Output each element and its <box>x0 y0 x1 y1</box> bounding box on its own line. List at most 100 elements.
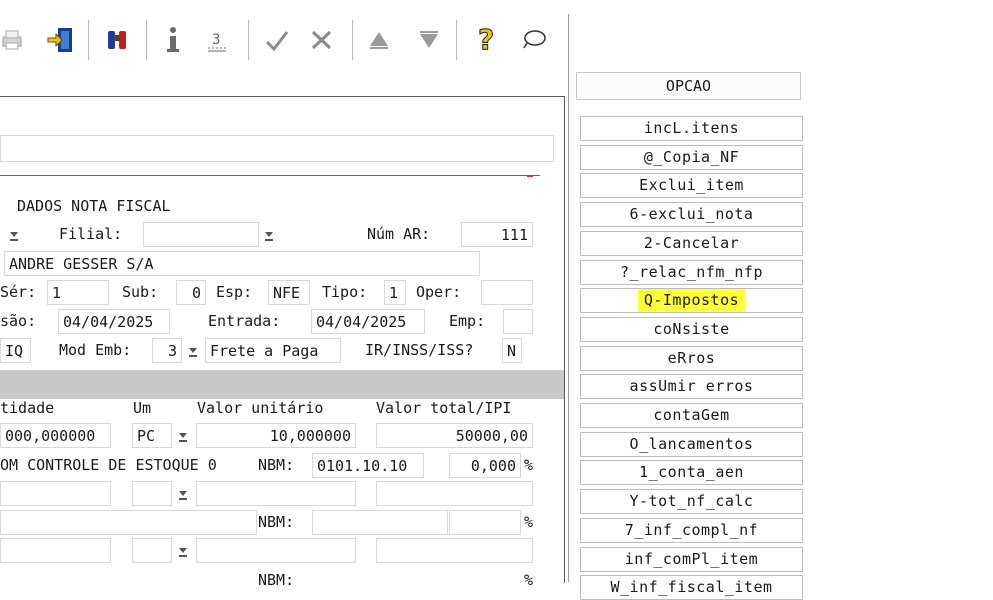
item1-nbm-label: NBM: <box>258 456 295 474</box>
entrada-label: Entrada: <box>208 312 281 330</box>
counter-icon[interactable]: 3 <box>200 14 234 66</box>
item1-um-field[interactable]: PC <box>132 423 172 448</box>
frete-field[interactable]: Frete a Paga <box>205 338 341 363</box>
toolbar-separator <box>88 20 89 60</box>
option-button-1-conta-aen[interactable]: 1_conta_aen <box>580 460 803 486</box>
option-button-y-tot-nf-calc[interactable]: Y-tot_nf_calc <box>580 489 803 515</box>
entrada-field[interactable]: 04/04/2025 <box>311 309 425 334</box>
oper-field[interactable] <box>481 280 533 305</box>
option-button-consiste[interactable]: coNsiste <box>580 316 803 342</box>
item3-um-field[interactable] <box>132 538 172 563</box>
header-um: Um <box>133 399 152 417</box>
option-button-label: assUmir erros <box>629 377 754 396</box>
mod-emb-dropdown-icon[interactable] <box>186 345 200 359</box>
option-button-label: coNsiste <box>653 319 730 338</box>
item2-nbm-field[interactable] <box>312 510 448 535</box>
option-button-o-lancamentos[interactable]: O_lancamentos <box>580 431 803 457</box>
item1-um-dropdown-icon[interactable] <box>176 430 190 444</box>
option-button-label: O_lancamentos <box>629 434 754 453</box>
item1-quantidade-field[interactable]: 000,000000 <box>0 423 111 448</box>
option-button-label: ?_relac_nfm_nfp <box>620 262 763 281</box>
emp-field[interactable] <box>503 309 533 334</box>
chat-bubble-icon[interactable] <box>516 14 552 66</box>
info-icon[interactable] <box>156 14 190 66</box>
svg-text:?: ? <box>478 25 494 55</box>
option-button-assumir-erros[interactable]: assUmir erros <box>580 374 803 400</box>
item1-percent: % <box>524 456 534 474</box>
help-question-icon[interactable]: ? <box>470 14 504 66</box>
svg-text:3: 3 <box>212 32 220 48</box>
accent-line <box>0 175 540 176</box>
serie-label: Sér: <box>0 283 37 301</box>
item2-description-field[interactable] <box>0 510 257 535</box>
option-button-exclui-item[interactable]: Exclui_item <box>580 173 803 199</box>
top-text-field[interactable] <box>0 135 554 162</box>
filial-field[interactable] <box>143 222 259 247</box>
filial-dropdown-icon[interactable] <box>262 229 276 243</box>
item2-valor-total-field[interactable] <box>376 481 533 506</box>
nota-fiscal-panel: DADOS NOTA FISCAL Filial: Núm AR: 111 AN… <box>0 66 569 589</box>
esp-field[interactable]: NFE <box>268 280 310 305</box>
option-button-6-exclui-nota[interactable]: 6-exclui_nota <box>580 202 803 228</box>
oper-label: Oper: <box>416 283 462 301</box>
dropdown-arrow-icon[interactable] <box>7 229 21 243</box>
options-header: OPCAO <box>576 72 801 100</box>
item1-ipi-field[interactable]: 0,000 <box>449 453 521 478</box>
num-ar-label: Núm AR: <box>367 225 431 243</box>
supplier-name-field[interactable]: ANDRE GESSER S/A <box>4 251 480 276</box>
section-title: DADOS NOTA FISCAL <box>17 197 171 215</box>
items-divider-band <box>0 370 564 399</box>
toolbar-separator <box>146 20 147 60</box>
item1-valor-total-field[interactable]: 50000,00 <box>376 423 533 448</box>
item3-valor-total-field[interactable] <box>376 538 533 563</box>
cancel-icon[interactable] <box>304 14 340 66</box>
item3-quantidade-field[interactable] <box>0 538 111 563</box>
accent-line-tick <box>527 176 533 177</box>
option-button-contagem[interactable]: contaGem <box>580 403 803 428</box>
option-button-label: W_inf_fiscal_item <box>610 578 773 597</box>
option-button-label: 1_conta_aen <box>639 463 744 482</box>
previous-triangle-icon[interactable] <box>362 14 396 66</box>
option-button-2-cancelar[interactable]: 2-Cancelar <box>580 230 803 256</box>
item3-um-dropdown-icon[interactable] <box>176 545 190 559</box>
item2-ipi-field[interactable] <box>449 510 521 535</box>
serie-field[interactable]: 1 <box>47 280 109 305</box>
confirm-check-icon[interactable] <box>260 14 294 66</box>
frete-code-field[interactable]: IQ <box>0 338 31 363</box>
printer-icon[interactable] <box>0 14 26 66</box>
binoculars-icon[interactable] <box>100 14 134 66</box>
option-button-w-inf-fiscal-item[interactable]: W_inf_fiscal_item <box>580 575 803 600</box>
item2-valor-unitario-field[interactable] <box>196 481 356 506</box>
option-button-7-inf-compl-nf[interactable]: 7_inf_compl_nf <box>580 517 803 543</box>
option-button-erros[interactable]: eRros <box>580 345 803 371</box>
option-button-relac-nfm-nfp[interactable]: ?_relac_nfm_nfp <box>580 259 803 285</box>
mod-emb-label: Mod Emb: <box>59 341 132 359</box>
esp-label: Esp: <box>216 283 253 301</box>
item2-um-field[interactable] <box>132 481 172 506</box>
num-ar-field[interactable]: 111 <box>461 222 533 247</box>
option-button-label: contaGem <box>653 406 730 424</box>
item2-nbm-label: NBM: <box>258 513 295 531</box>
mod-emb-field[interactable]: 3 <box>152 338 182 363</box>
option-button-label: Exclui_item <box>639 176 744 195</box>
option-button-label: Y-tot_nf_calc <box>629 492 754 511</box>
option-button-label: @_Copia_NF <box>643 147 740 166</box>
item2-quantidade-field[interactable] <box>0 481 111 506</box>
option-button-inf-compl-item[interactable]: inf_comPl_item <box>580 546 803 572</box>
header-valor-unitario: Valor unitário <box>197 399 324 417</box>
option-button-copia-nf[interactable]: @_Copia_NF <box>580 144 803 170</box>
item3-valor-unitario-field[interactable] <box>196 538 356 563</box>
item1-valor-unitario-field[interactable]: 10,000000 <box>196 423 356 448</box>
item3-percent: % <box>524 571 534 589</box>
option-button-incl-itens[interactable]: incL.itens <box>580 116 803 141</box>
item1-nbm-field[interactable]: 0101.10.10 <box>312 453 424 478</box>
tipo-field[interactable]: 1 <box>384 280 406 305</box>
option-button-q-impostos[interactable]: Q-Impostos <box>580 288 803 314</box>
toolbar: 3 ? <box>0 14 569 66</box>
sub-field[interactable]: 0 <box>176 280 206 305</box>
next-triangle-icon[interactable] <box>412 14 446 66</box>
exit-door-icon[interactable] <box>42 14 80 66</box>
item2-um-dropdown-icon[interactable] <box>176 488 190 502</box>
emissao-field[interactable]: 04/04/2025 <box>58 309 170 334</box>
ir-inss-iss-field[interactable]: N <box>502 338 522 363</box>
